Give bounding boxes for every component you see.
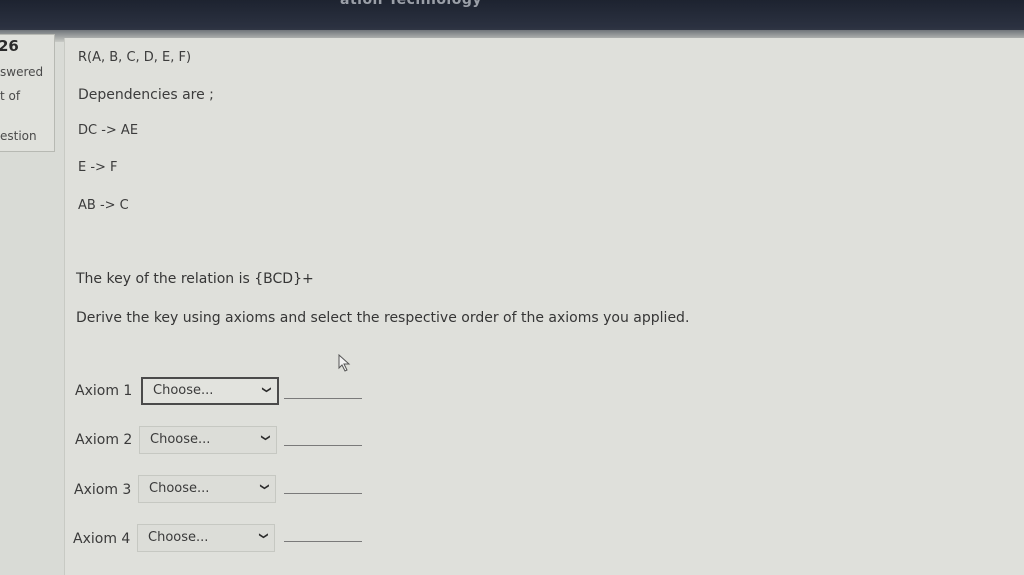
- axiom-1-label: Axiom 1: [75, 383, 133, 399]
- banner-title: ation Technology: [340, 0, 482, 8]
- axiom-3-label: Axiom 3: [74, 482, 132, 498]
- mouse-pointer-icon: [338, 354, 351, 372]
- axiom-3-selected-value: Choose...: [149, 481, 210, 496]
- axiom-3-answer-line: [284, 493, 362, 494]
- axiom-1-answer-line: [284, 398, 362, 399]
- axiom-4-select[interactable]: Choose... ❯: [137, 524, 275, 552]
- axiom-4-answer-line: [284, 541, 362, 542]
- axiom-2-select[interactable]: Choose... ❯: [139, 426, 277, 454]
- axiom-2-label: Axiom 2: [75, 432, 133, 448]
- chevron-down-icon: ❯: [261, 386, 271, 394]
- chevron-down-icon: ❯: [259, 483, 269, 491]
- dependency-2: E -> F: [78, 160, 118, 175]
- answered-status: swered: [0, 65, 44, 79]
- question-number: 26: [0, 37, 19, 55]
- flag-question[interactable]: estion: [0, 129, 37, 143]
- marks-out-of: t of: [0, 89, 21, 103]
- axiom-1-selected-value: Choose...: [153, 383, 214, 398]
- axiom-3-select[interactable]: Choose... ❯: [138, 475, 276, 503]
- axiom-2-selected-value: Choose...: [150, 432, 211, 447]
- dependencies-label: Dependencies are ;: [78, 87, 214, 103]
- dependency-3: AB -> C: [78, 198, 129, 213]
- axiom-4-selected-value: Choose...: [148, 530, 209, 545]
- key-statement: The key of the relation is {BCD}+: [76, 271, 314, 287]
- relation-schema: R(A, B, C, D, E, F): [78, 50, 192, 65]
- chevron-down-icon: ❯: [258, 532, 268, 540]
- axiom-1-select[interactable]: Choose... ❯: [141, 377, 279, 405]
- axiom-4-label: Axiom 4: [73, 531, 131, 547]
- dependency-1: DC -> AE: [78, 123, 139, 138]
- axiom-2-answer-line: [284, 445, 362, 446]
- question-info-box: 26 swered t of estion: [0, 34, 55, 152]
- chevron-down-icon: ❯: [260, 434, 270, 442]
- instruction-text: Derive the key using axioms and select t…: [76, 310, 690, 326]
